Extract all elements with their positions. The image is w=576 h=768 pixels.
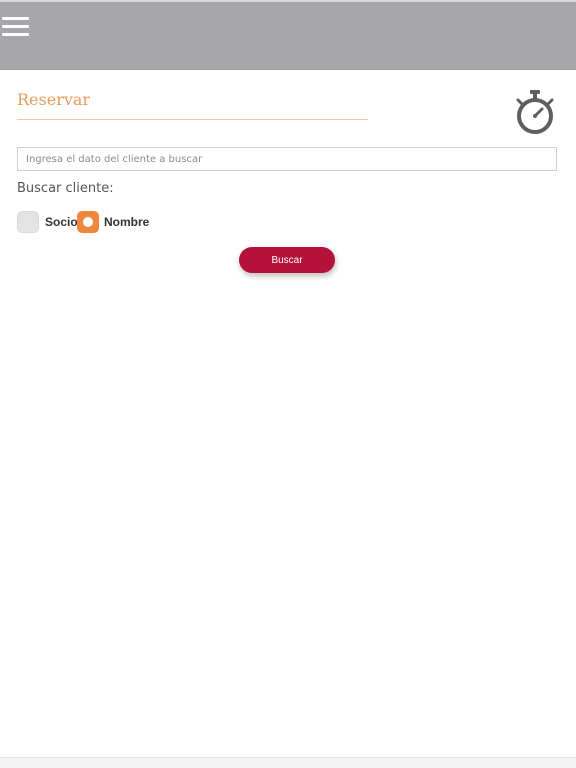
client-search-input[interactable] bbox=[17, 147, 557, 171]
bottom-bar bbox=[0, 757, 576, 768]
hamburger-menu-icon[interactable] bbox=[2, 14, 30, 38]
top-bar bbox=[0, 0, 576, 70]
title-divider bbox=[17, 119, 368, 120]
stopwatch-icon bbox=[516, 90, 554, 134]
search-button[interactable]: Buscar bbox=[239, 247, 335, 273]
socio-radio-label: Socio bbox=[45, 215, 78, 229]
nombre-radio-label: Nombre bbox=[104, 215, 150, 229]
app-page: Reservar Buscar cliente: Socio Nombre Bu… bbox=[0, 0, 576, 768]
nombre-radio[interactable] bbox=[77, 211, 99, 233]
page-title: Reservar bbox=[17, 90, 91, 109]
socio-radio[interactable] bbox=[17, 211, 39, 233]
search-by-label: Buscar cliente: bbox=[17, 181, 114, 196]
